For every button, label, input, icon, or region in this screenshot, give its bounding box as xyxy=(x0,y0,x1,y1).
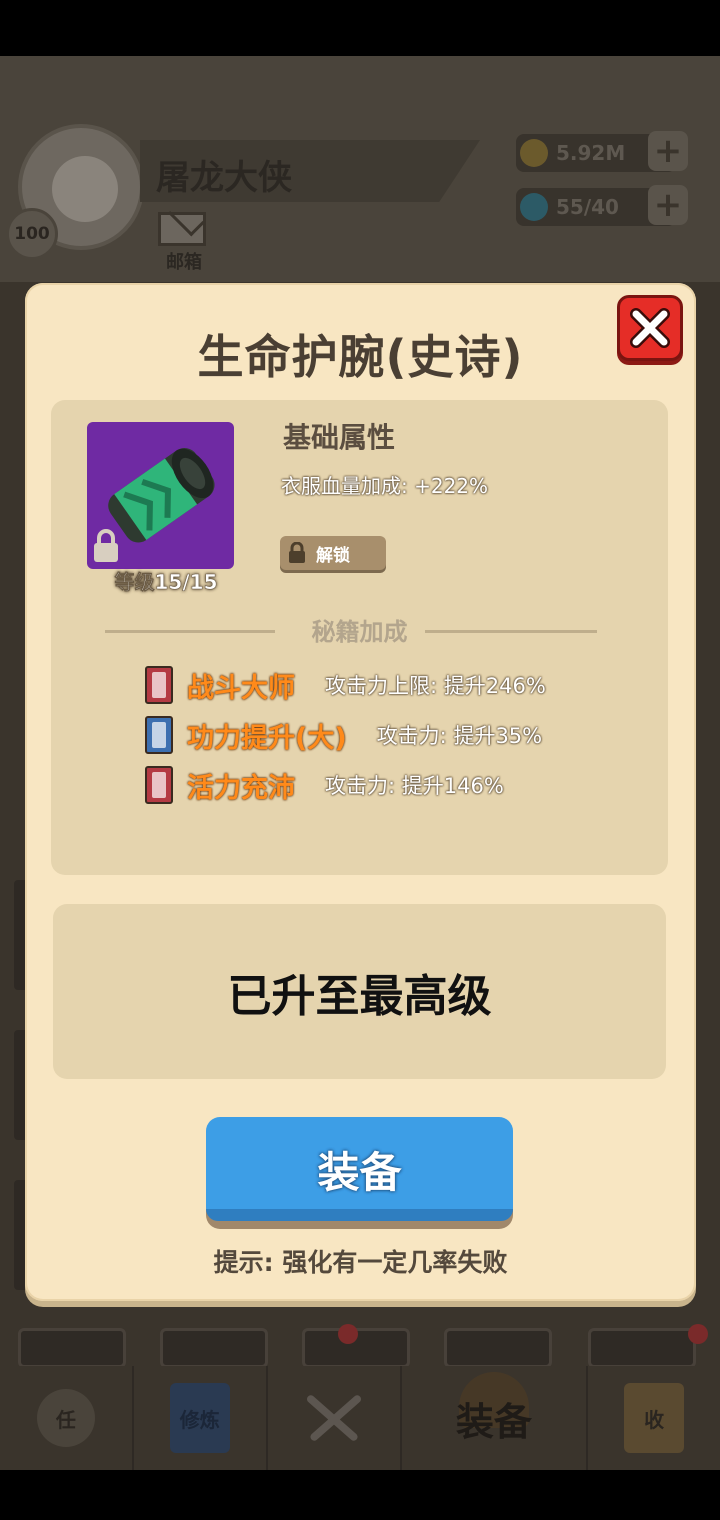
training-book-icon: 修炼 xyxy=(169,1383,230,1453)
equipment-slots xyxy=(0,1324,720,1368)
base-attribute-title: 基础属性 xyxy=(283,421,396,454)
lock-icon xyxy=(289,542,305,563)
cheat-row: 活力充沛 攻击力: 提升146% xyxy=(145,765,504,805)
unlock-button[interactable]: 解锁 xyxy=(280,536,386,570)
equip-button[interactable]: 装备 xyxy=(206,1117,513,1221)
cheat-book-icon xyxy=(145,666,173,704)
unlock-label: 解锁 xyxy=(316,545,350,566)
cheat-row: 战斗大师 攻击力上限: 提升246% xyxy=(145,665,546,705)
gem-value: 55/40 xyxy=(556,195,619,219)
cheat-desc: 攻击力上限: 提升246% xyxy=(325,674,546,698)
equip-label: 装备 xyxy=(317,1147,402,1197)
bottom-navbar: 任 修炼 装备 收 xyxy=(0,1366,720,1470)
lock-icon xyxy=(94,529,118,562)
notification-dot xyxy=(688,1324,708,1344)
max-level-text: 已升至最高级 xyxy=(227,970,492,1022)
shop-icon: 收 xyxy=(624,1383,685,1453)
gem-icon xyxy=(520,193,548,221)
dialog-title: 生命护腕(史诗) xyxy=(197,330,524,384)
nav-equipment-label: 装备 xyxy=(455,1399,532,1444)
equipment-slot[interactable] xyxy=(444,1328,552,1368)
hint-text: 提示: 强化有一定几率失败 xyxy=(213,1248,508,1277)
player-level-badge: 100 xyxy=(6,208,58,260)
task-scroll-icon: 任 xyxy=(36,1389,95,1447)
equipment-slot[interactable] xyxy=(588,1328,696,1368)
cheat-name: 功力提升(大) xyxy=(187,722,347,754)
mail-button[interactable]: 邮箱 xyxy=(158,212,210,273)
mail-label: 邮箱 xyxy=(166,252,202,273)
coin-value: 5.92M xyxy=(556,141,626,165)
player-name: 屠龙大侠 xyxy=(156,158,292,198)
avatar-face-icon xyxy=(52,156,118,222)
cheat-desc: 攻击力: 提升146% xyxy=(325,774,504,798)
crossed-swords-icon xyxy=(304,1383,364,1453)
nav-training[interactable]: 修炼 xyxy=(134,1366,268,1470)
item-info-panel: 等级15/15 基础属性 衣服血量加成: +222% 解锁 秘籍加成 战斗大师 … xyxy=(51,400,668,875)
equipment-slot[interactable] xyxy=(18,1328,126,1368)
cheat-row: 功力提升(大) 攻击力: 提升35% xyxy=(145,715,542,755)
item-detail-dialog: 生命护腕(史诗) 等级15/15 基础属性 衣服血量加成: +222% 解锁 秘… xyxy=(25,283,696,1301)
status-bar xyxy=(0,0,720,56)
nav-equipment[interactable]: 装备 xyxy=(402,1366,589,1470)
equipment-slot[interactable] xyxy=(160,1328,268,1368)
upgrade-status-panel: 已升至最高级 xyxy=(53,904,666,1079)
base-attribute-value: 衣服血量加成: +222% xyxy=(281,474,489,498)
cheat-book-icon xyxy=(145,766,173,804)
close-button[interactable] xyxy=(617,295,683,361)
notification-dot xyxy=(338,1324,358,1344)
cheat-desc: 攻击力: 提升35% xyxy=(376,724,543,748)
cheat-name: 战斗大师 xyxy=(187,672,295,704)
mail-icon xyxy=(158,212,206,246)
item-level: 等级15/15 xyxy=(114,570,218,595)
system-nav-bar xyxy=(0,1470,720,1520)
divider-right xyxy=(425,630,597,633)
nav-task[interactable]: 任 xyxy=(0,1366,134,1470)
add-gem-button[interactable]: + xyxy=(648,185,688,225)
add-coin-button[interactable]: + xyxy=(648,131,688,171)
cheat-book-icon xyxy=(145,716,173,754)
nav-shop[interactable]: 收 xyxy=(588,1366,720,1470)
coin-icon xyxy=(520,139,548,167)
close-icon xyxy=(630,308,670,348)
nav-battle[interactable] xyxy=(268,1366,402,1470)
cheat-name: 活力充沛 xyxy=(187,772,295,804)
